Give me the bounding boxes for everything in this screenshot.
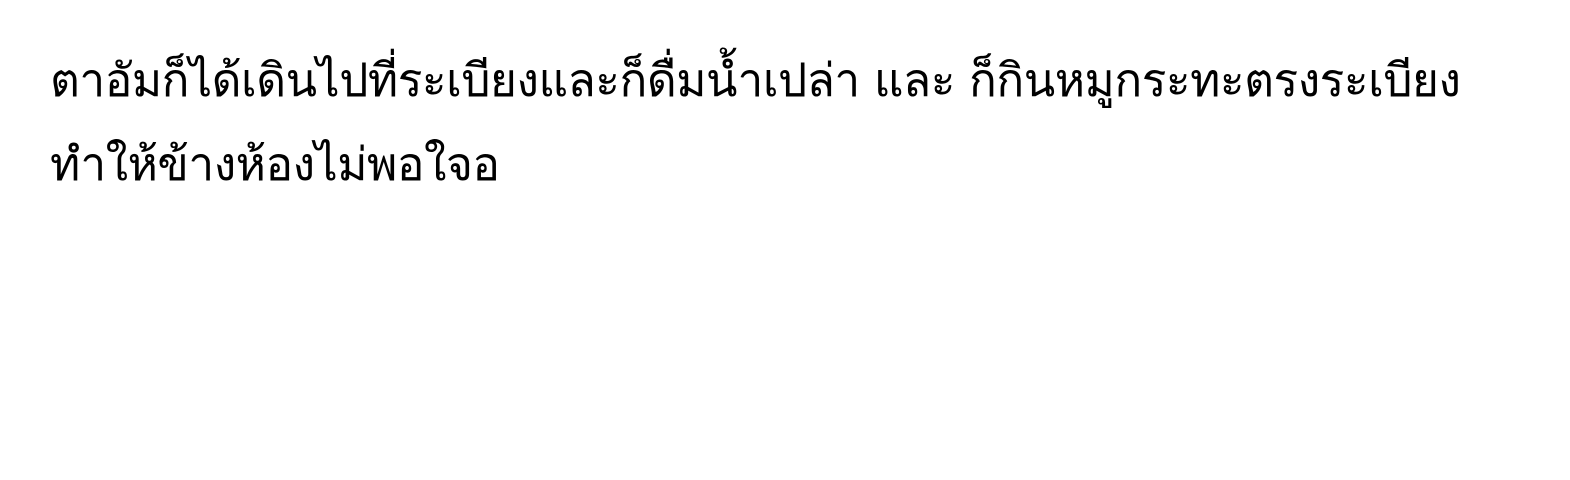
text-line-2: ทำให้ข้างห้องไม่พอใจอ <box>50 137 500 191</box>
text-line-1: ตาอัมก็ได้เดินไปที่ระเบียงและก็ดื่มน้ำเป… <box>50 53 1461 107</box>
document-page: ตาอัมก็ได้เดินไปที่ระเบียงและก็ดื่มน้ำเป… <box>0 0 1570 480</box>
paragraph: ตาอัมก็ได้เดินไปที่ระเบียงและก็ดื่มน้ำเป… <box>50 38 1520 206</box>
